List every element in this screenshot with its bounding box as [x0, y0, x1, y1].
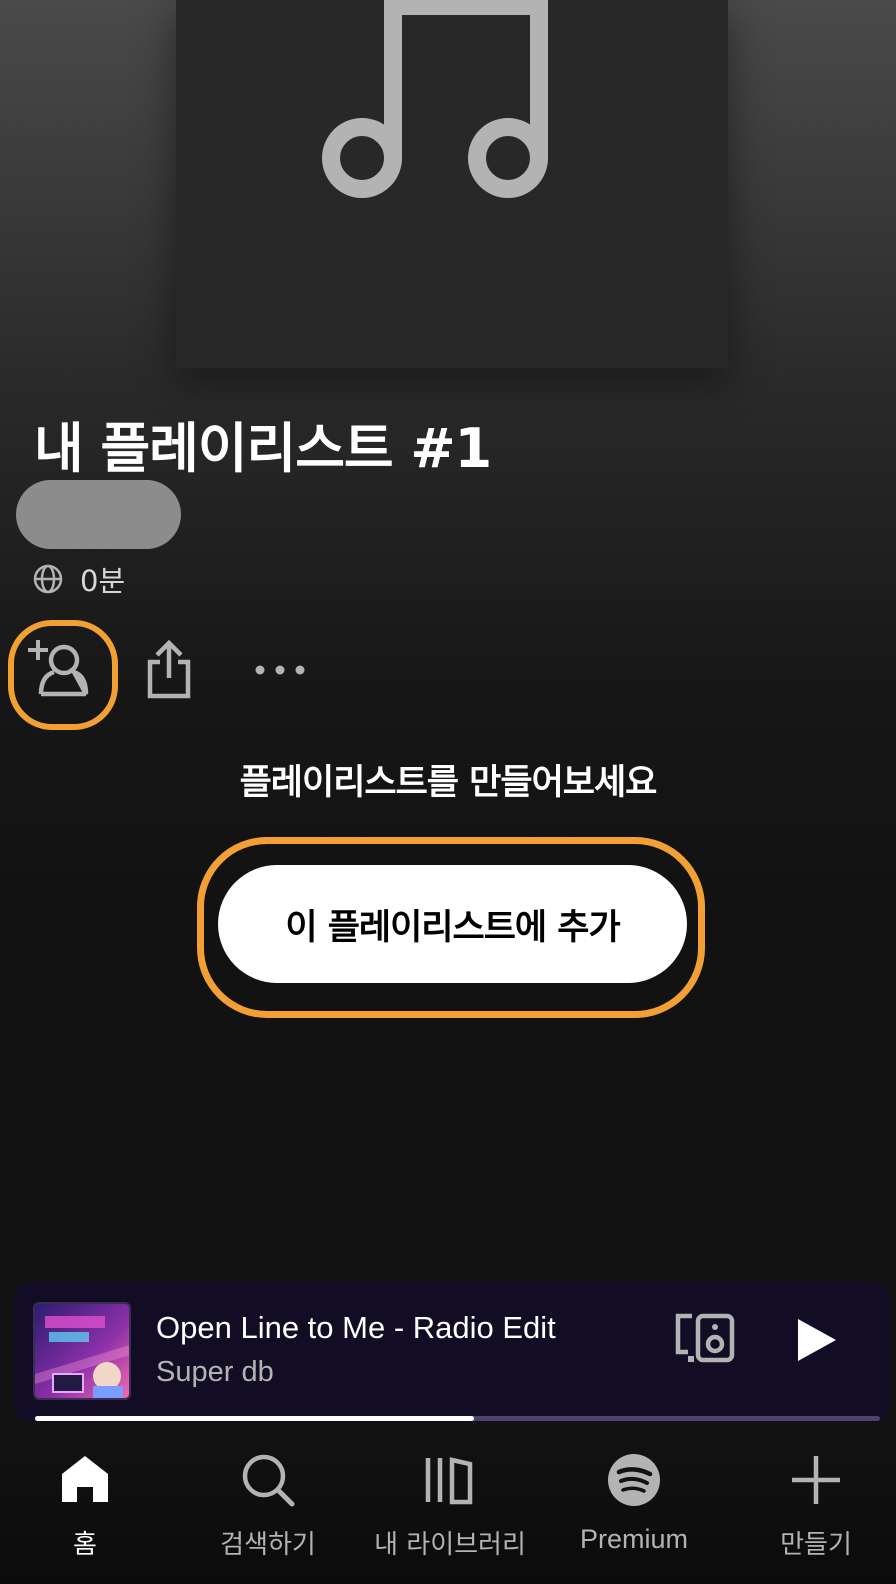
music-note-icon	[322, 0, 548, 198]
nav-label-search: 검색하기	[220, 1530, 316, 1560]
share-icon[interactable]	[144, 640, 194, 700]
nav-label-home: 홈	[73, 1530, 97, 1560]
nav-item-create[interactable]: 만들기	[726, 1432, 896, 1572]
playlist-duration: 0분	[80, 564, 126, 598]
playlist-cover	[176, 0, 728, 368]
add-to-playlist-button[interactable]: 이 플레이리스트에 추가	[218, 865, 687, 983]
track-title: Open Line to Me - Radio Edit	[156, 1310, 556, 1345]
mini-player[interactable]: Open Line to Me - Radio Edit Super db	[14, 1282, 890, 1422]
home-icon	[62, 1456, 108, 1502]
search-icon	[242, 1454, 295, 1507]
spotify-icon	[608, 1454, 660, 1506]
plus-icon	[792, 1456, 840, 1504]
nav-item-library[interactable]: 내 라이브러리	[360, 1432, 540, 1572]
play-icon[interactable]	[794, 1316, 840, 1364]
add-user-icon[interactable]	[24, 636, 94, 702]
nav-item-home[interactable]: 홈	[0, 1432, 175, 1572]
globe-icon	[33, 564, 63, 594]
nav-label-premium: Premium	[579, 1524, 688, 1554]
playback-progress-fill	[35, 1416, 475, 1421]
playlist-meta: 0분	[32, 558, 125, 600]
empty-state-heading: 플레이리스트를 만들어보세요	[239, 763, 658, 803]
playback-progress[interactable]	[35, 1416, 880, 1421]
nav-label-library: 내 라이브러리	[374, 1530, 526, 1560]
library-icon	[425, 1457, 473, 1505]
bottom-nav: 홈 검색하기 내 라이브러리 Premium 만들기	[0, 1432, 896, 1584]
album-art[interactable]	[33, 1302, 131, 1400]
owner-avatar-placeholder[interactable]	[16, 480, 181, 549]
nav-item-search[interactable]: 검색하기	[178, 1432, 358, 1572]
track-artist: Super db	[156, 1356, 274, 1388]
nav-item-premium[interactable]: Premium	[544, 1432, 724, 1572]
connect-device-icon[interactable]	[674, 1312, 736, 1366]
more-options-icon[interactable]	[254, 664, 306, 676]
nav-label-create: 만들기	[780, 1530, 852, 1560]
playlist-title: 내 플레이리스트 #1	[34, 417, 492, 480]
